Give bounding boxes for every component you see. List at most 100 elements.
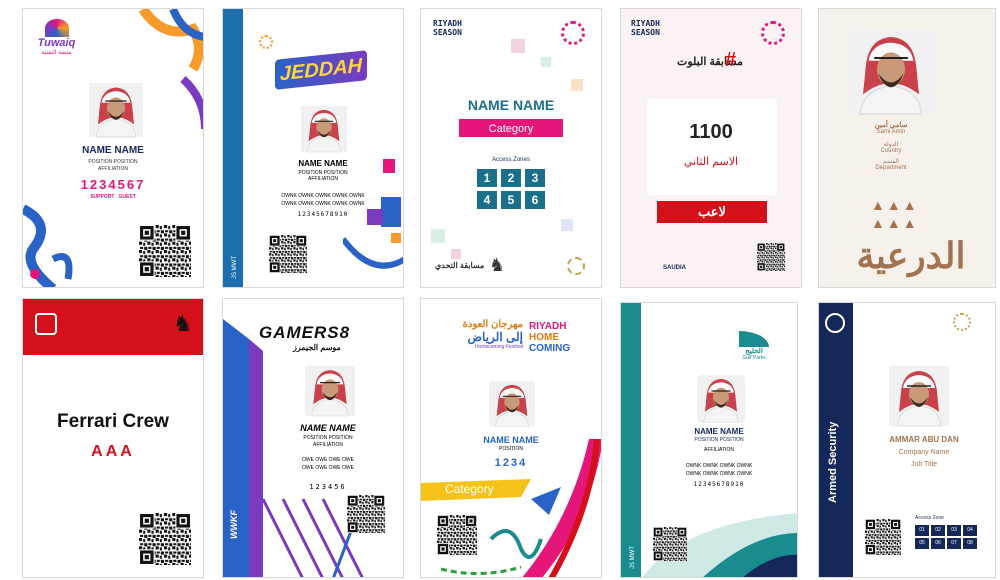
- card-1-tag-guest: GUEST: [118, 194, 136, 200]
- card-8-title-en: Homecoming Festival: [474, 344, 523, 350]
- card-1-qr-code: [139, 225, 191, 277]
- card-8-logo-home: HOME: [529, 332, 559, 343]
- card-2-top-icon: [259, 35, 273, 49]
- card-2-side-text: JS MWT: [232, 256, 238, 279]
- card-3-emblem-footer-icon: [567, 257, 585, 275]
- badge-card-1[interactable]: Tuwaiq منصة التقنية NAME NAME POSITION P…: [22, 8, 204, 288]
- card-9-digits: 12345678910: [693, 481, 745, 488]
- card-4-logo: RIYADH SEASON: [631, 19, 660, 37]
- card-8-logo-riyadh: RIYADH: [529, 321, 567, 332]
- badge-card-10[interactable]: Armed Security AMMAR ABU DAN Company Nam…: [818, 302, 996, 578]
- zone-3: 3: [525, 169, 545, 187]
- zone-1: 1: [477, 169, 497, 187]
- card-4-qr-code: [757, 243, 785, 271]
- card-9-logo: الخليج Gulf Parks: [739, 331, 769, 361]
- card-7-photo: [305, 365, 355, 417]
- zone-02: 02: [931, 525, 945, 536]
- zone-5: 5: [501, 191, 521, 209]
- card-4-second-name: الاسم الثاني: [683, 156, 739, 168]
- card-7-rows-1: OWE OWE OWE OWE: [302, 457, 354, 463]
- card-4-panel: [647, 99, 777, 195]
- badge-card-7[interactable]: GAMERS8 موسم الجيمرز NAME NAME POSITION …: [222, 298, 404, 578]
- card-8-logo: RIYADH HOME COMING: [529, 321, 570, 354]
- card-8-title-ar-1: مهرجان العودة: [462, 319, 523, 330]
- card-10-company: Company Name: [898, 449, 950, 456]
- card-1-affiliation: AFFILIATION: [98, 166, 128, 172]
- card-4-logo-riyadh: RIYADH: [631, 19, 660, 28]
- card-7-name: NAME NAME: [300, 423, 356, 433]
- zone-08: 08: [963, 538, 977, 549]
- zone-2: 2: [501, 169, 521, 187]
- card-4-role-button: لاعب: [657, 201, 767, 223]
- badge-card-5[interactable]: DIRIYAH سامي أمين Sami Amin الدولة Count…: [818, 8, 996, 288]
- zone-03: 03: [947, 525, 961, 536]
- card-2-logo: JEDDAH: [275, 50, 367, 90]
- card-3-decor: [431, 39, 583, 259]
- card-1-logo: Tuwaiq منصة التقنية: [29, 19, 84, 56]
- card-9-rows-1: OWNK OWNK OWNK OWNK: [685, 463, 753, 469]
- card-10-zones: 01 02 03 04 05 06 07 08: [915, 525, 977, 549]
- badge-card-3[interactable]: RIYADH SEASON NAME NAME Category Access …: [420, 8, 602, 288]
- card-8-category: Category: [445, 482, 494, 496]
- zone-07: 07: [947, 538, 961, 549]
- card-5-arabic-title: الدرعية: [856, 236, 966, 276]
- badge-card-2[interactable]: JS MWT JEDDAH NAME NAME POSITION POSITIO…: [222, 8, 404, 288]
- card-7-position: POSITION POSITION: [303, 435, 353, 441]
- card-4-emblem-icon: [761, 21, 785, 45]
- horse-icon: ♞: [173, 311, 193, 336]
- card-3-chess-icon: ♞: [489, 255, 506, 275]
- card-6-code: AAA: [91, 443, 135, 460]
- badge-card-8[interactable]: مهرجان العودة إلى الرياض Homecoming Fest…: [420, 298, 602, 578]
- card-10-access-label: Access Zone: [915, 515, 944, 521]
- card-3-logo-season: SEASON: [433, 28, 462, 37]
- card-3-footer-text: مسابقة التحدي: [435, 261, 485, 270]
- card-10-vertical-title: Armed Security: [827, 421, 839, 503]
- card-9-side-bar: JS MWT: [621, 303, 641, 577]
- card-1-number: 1234567: [80, 177, 146, 192]
- card-5-info: سامي أمين Sami Amin الدولة Country القسم…: [849, 121, 933, 171]
- card-10-qr-code: [865, 519, 901, 555]
- card-5-triangles-1: ▲▲▲: [871, 197, 919, 213]
- card-2-photo: [301, 105, 347, 153]
- badge-card-4[interactable]: RIYADH SEASON مسابقة البلوت # 1100 الاسم…: [620, 8, 802, 288]
- card-1-tag-support: SUPPORT: [90, 194, 115, 200]
- card-10-top-logo-icon: [825, 313, 845, 333]
- card-5-name-ar: سامي أمين: [874, 122, 908, 129]
- card-1-photo: [89, 82, 143, 138]
- card-5-country-ar: الدولة: [883, 142, 899, 148]
- card-8-qr-code: [437, 515, 477, 555]
- card-3-access-label: Access Zones: [492, 157, 530, 163]
- card-9-rows-2: OWNK OWNK OWNK OWNK: [685, 471, 753, 477]
- card-1-logo-text: Tuwaiq: [37, 37, 76, 49]
- card-10-photo: [889, 365, 949, 427]
- zone-04: 04: [963, 525, 977, 536]
- card-7-digits: 123456: [309, 483, 347, 491]
- zone-4: 4: [477, 191, 497, 209]
- card-2-qr-code: [269, 235, 307, 273]
- badge-card-9[interactable]: JS MWT الخليج Gulf Parks NAME NAME POSIT…: [620, 302, 798, 578]
- card-5-vertical-title: DIRIYAH: [994, 25, 996, 188]
- card-9-affiliation: AFFILIATION: [704, 447, 734, 453]
- card-8-logo-coming: COMING: [529, 343, 571, 354]
- badge-card-6[interactable]: ♞ Ferrari Crew AAA: [22, 298, 204, 578]
- card-3-zones: 1 2 3 4 5 6: [477, 169, 549, 209]
- card-7-rows-2: OWE OWE OWE OWE: [302, 465, 354, 471]
- card-5-name-en: Sami Amin: [876, 129, 906, 135]
- card-7-logo-ar: موسم الجيمرز: [293, 343, 341, 352]
- card-9-qr-code: [653, 527, 687, 561]
- card-3-category: Category: [488, 123, 534, 135]
- card-4-hash-icon: #: [725, 49, 737, 71]
- card-7-logo: GAMERS8: [259, 323, 351, 342]
- card-9-logo-ar: الخليج: [745, 348, 763, 355]
- card-8-decor: [421, 439, 601, 577]
- card-5-dept-en: Department: [875, 165, 907, 171]
- card-10-emblem-icon: [953, 313, 971, 331]
- card-1-tags: SUPPORT GUEST: [23, 194, 203, 200]
- zone-06: 06: [931, 538, 945, 549]
- card-4-role: لاعب: [698, 204, 726, 219]
- card-5-photo: [849, 29, 933, 115]
- card-2-decor: [343, 159, 403, 269]
- card-3-name: NAME NAME: [467, 97, 555, 113]
- card-9-side-text: JS MWT: [630, 546, 636, 569]
- card-9-name: NAME NAME: [694, 427, 744, 436]
